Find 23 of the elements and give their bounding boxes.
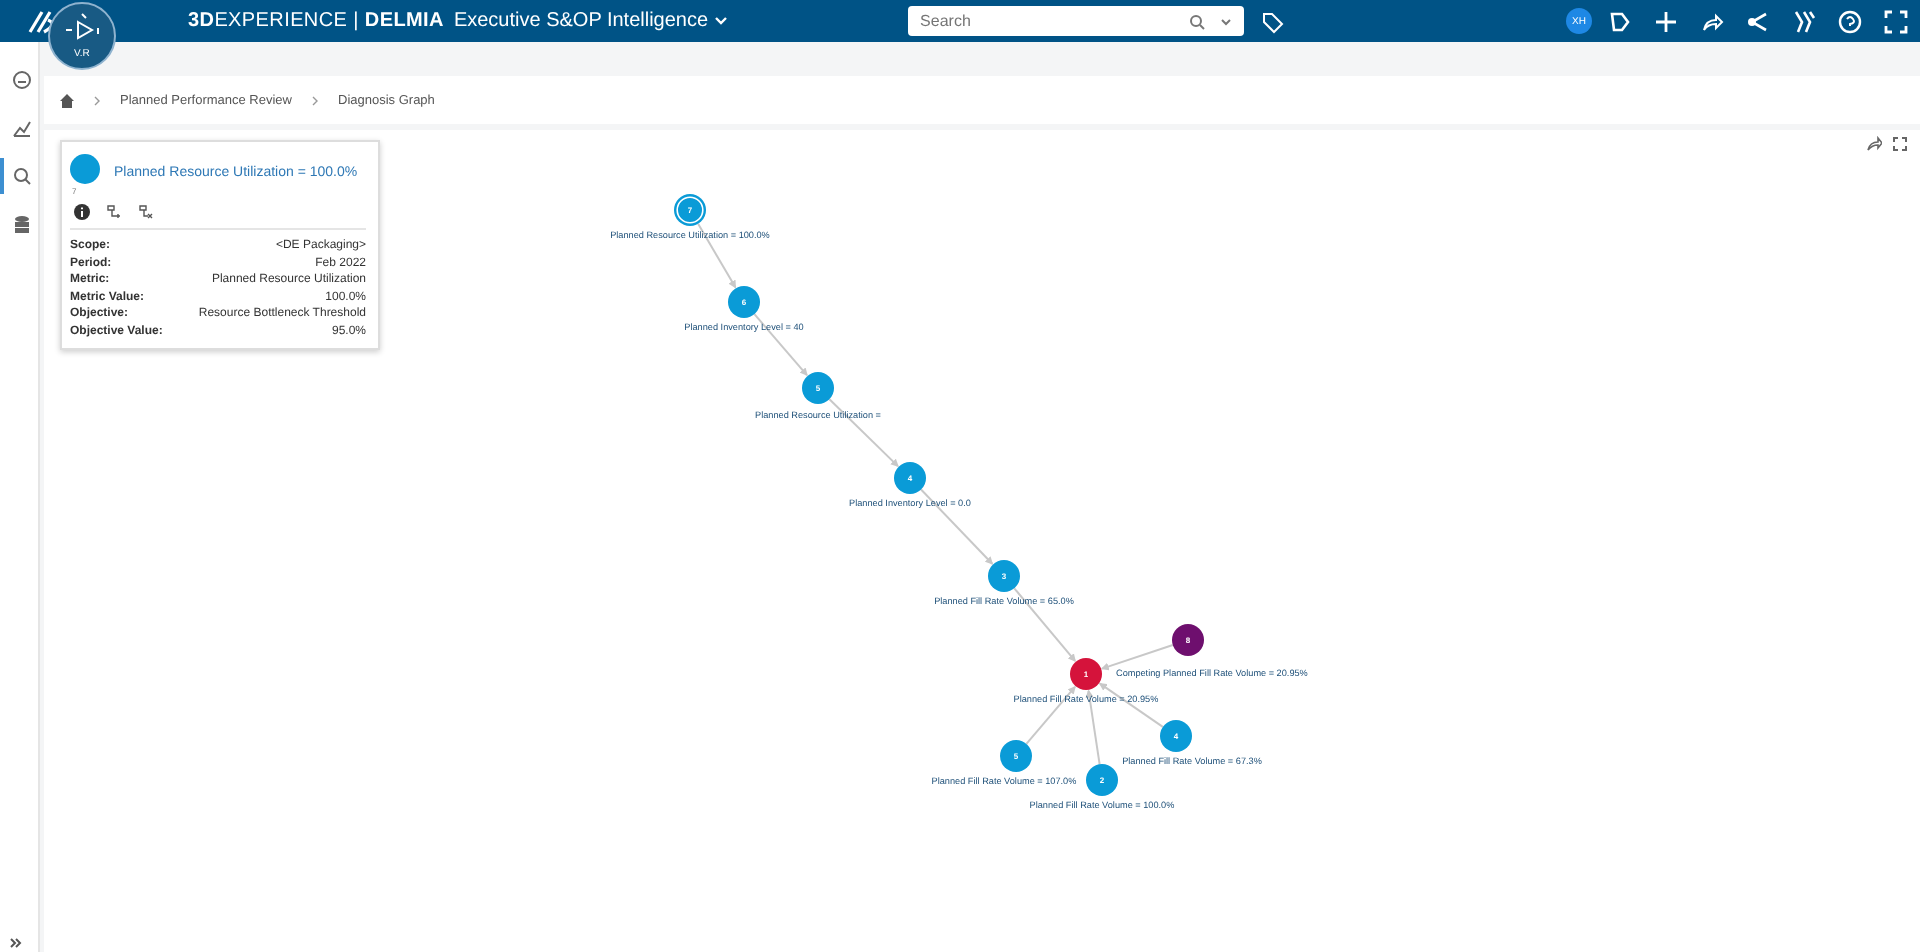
chevron-icon: [94, 95, 100, 105]
brand-title: 3DEXPERIENCE | DELMIA: [188, 10, 444, 32]
expand-icon[interactable]: [10, 938, 22, 948]
edge-arrow: [920, 488, 994, 565]
network-icon[interactable]: [1746, 9, 1770, 33]
home-icon[interactable]: [60, 93, 74, 107]
add-icon[interactable]: [1654, 9, 1678, 33]
help-icon[interactable]: [1838, 9, 1862, 33]
search-icon[interactable]: [1188, 13, 1209, 29]
remove-node-icon[interactable]: [138, 204, 154, 220]
chevron-icon: [312, 95, 318, 105]
edge-arrow: [828, 398, 899, 468]
share-icon[interactable]: [1700, 9, 1724, 33]
app-menu[interactable]: Executive S&OP Intelligence: [453, 10, 729, 32]
edge-arrow: [1100, 644, 1174, 671]
bubble-icon[interactable]: [1608, 9, 1632, 33]
info-icon[interactable]: [74, 204, 90, 220]
add-node-icon[interactable]: [106, 204, 122, 220]
tag-icon[interactable]: [1260, 9, 1285, 33]
fullscreen-icon[interactable]: [1892, 136, 1908, 152]
search-field[interactable]: Search: [908, 6, 1245, 36]
chevron-down-icon[interactable]: [1220, 17, 1233, 25]
share-icon[interactable]: [1866, 136, 1882, 152]
